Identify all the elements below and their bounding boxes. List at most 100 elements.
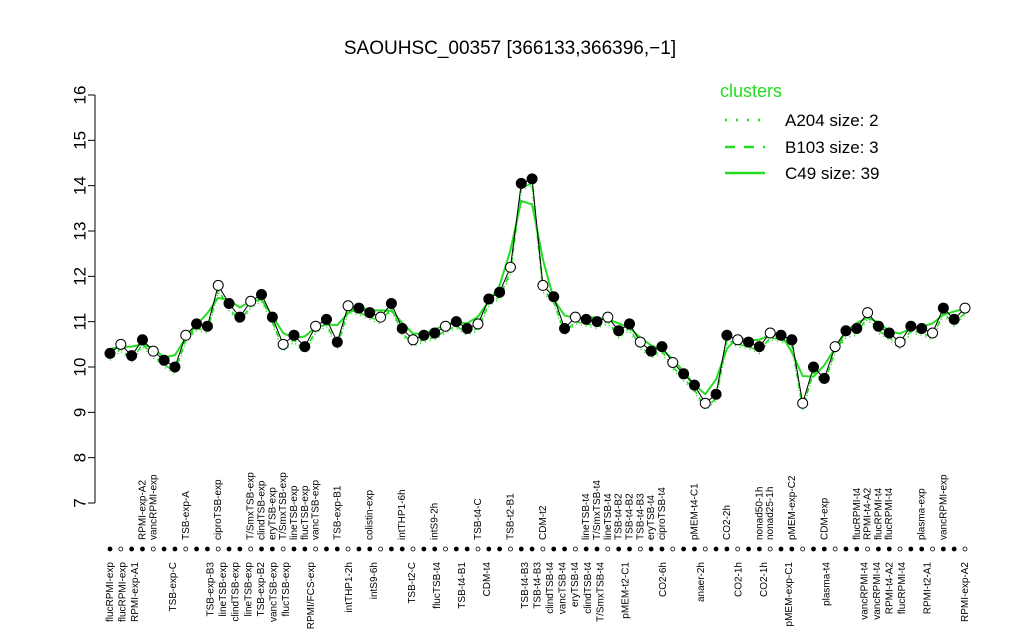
x-tick-label: intTHP1-6h [397,489,408,540]
y-tick-label: 9 [71,408,90,417]
x-tick-label: flucRPMI-t4 [897,562,908,615]
data-point [710,388,722,400]
data-point [288,329,300,341]
sample-marker [562,546,567,552]
data-point [894,336,906,348]
x-tick-label: lineTSB-t4 [581,493,592,540]
data-point [331,336,343,348]
x-tick-label: clindTSB-exp [231,562,242,622]
x-tick-label: CO2-1h [759,562,770,597]
data-point [678,368,690,380]
x-tick-label: clindTSB-t4 [545,562,556,614]
x-tick-label: lineTSB-exp [218,562,229,617]
data-point [667,356,679,368]
y-tick-label: 11 [71,313,90,331]
data-point [396,322,408,334]
sample-marker [475,546,481,552]
x-tick-label: flucTSB-exp [281,562,292,617]
x-tick-label: T/SmxTSB-t4 [595,562,606,622]
data-point [310,320,322,332]
x-tick-label: nonad25-1h [765,487,776,540]
sample-marker [843,546,849,552]
data-point [634,336,646,348]
data-point [375,311,387,323]
x-tick-label: vancTSB-exp [268,562,279,622]
data-point [461,322,473,334]
data-point [277,338,289,350]
sample-marker [735,546,741,552]
sample-marker [172,546,178,552]
chart: SAOUHSC_00357 [366133,366396,−1] 7 8 9 10 11… [71,38,972,630]
data-point [959,302,971,314]
data-point [623,318,635,330]
sample-marker [356,546,362,552]
data-point [385,298,397,310]
data-point [440,320,452,332]
x-tick-label: TSB-t2-C [407,562,418,604]
data-point [104,347,116,359]
sample-marker [399,546,405,552]
sample-marker [497,546,503,552]
sample-marker [962,546,968,552]
sample-marker [388,546,394,552]
data-point [429,327,441,339]
data-point [472,318,484,330]
x-tick-label: lineTSB-exp [243,562,254,617]
data-point [591,316,603,328]
x-tick-label: RPMI/FCS-exp [306,562,317,630]
data-point [115,338,127,350]
sample-marker [702,546,708,552]
data-point [569,311,581,323]
cluster-b103-line [109,182,966,410]
x-tick-label: RPMI-exp-A2 [960,562,971,622]
data-point [201,320,213,332]
sample-marker [583,546,589,552]
sample-marker [334,546,340,552]
data-point [169,361,181,373]
data-point [656,341,668,353]
sample-marker [940,546,946,552]
sample-marker [215,546,221,552]
sample-marker [280,546,286,552]
x-tick-label: RPMI-t4-A2 [863,487,874,540]
chart-title: SAOUHSC_00357 [366133,366396,−1] [344,38,676,59]
x-labels-top: RPMI-exp-A2 vancRPMI-exp TSB-exp-A ciproTSB… [137,472,949,540]
sample-marker [572,546,578,552]
legend-entry-c49: C49 size: 39 [785,164,880,183]
sample-marker [486,546,492,552]
data-point [872,320,884,332]
y-tick-label: 10 [71,358,90,377]
data-point [905,320,917,332]
y-tick-label: 7 [71,498,90,507]
x-tick-label: eryTSB-t4 [646,495,657,540]
x-tick-label: TSB-exp-B3 [206,562,217,617]
x-tick-label: vancRPMI-t4 [872,562,883,620]
data-point [559,322,571,334]
x-tick-label: CDM-exp [819,497,830,540]
x-tick-label: flucRPMI-t4 [884,487,895,540]
sample-marker [551,546,557,552]
x-tick-label: flucTSB-t4 [432,562,443,609]
x-tick-label: colistin-exp [365,490,376,540]
sample-marker [789,546,795,552]
y-tick-label: 8 [71,453,90,462]
data-point [342,300,354,312]
x-tick-label: TSB-exp-A [181,491,192,540]
data-point [364,307,376,319]
x-tick-label: flucTSB-exp [300,485,311,540]
data-point [948,313,960,325]
data-point [515,177,527,189]
sample-marker [345,546,351,552]
sample-marker [140,546,145,552]
sample-marker [627,546,632,552]
data-point [851,322,863,334]
x-tick-label: clindTSB-t4 [583,562,594,614]
legend-entry-b103: B103 size: 3 [785,138,879,157]
sample-marker [540,546,546,552]
x-tick-label: CDM-t4 [482,562,493,597]
x-tick-label: lineTSB-exp [289,485,300,540]
sample-marker [518,546,524,552]
sample-marker [648,546,654,552]
x-tick-label: flucRPMI-t4 [873,487,884,540]
sample-marker [951,546,957,552]
